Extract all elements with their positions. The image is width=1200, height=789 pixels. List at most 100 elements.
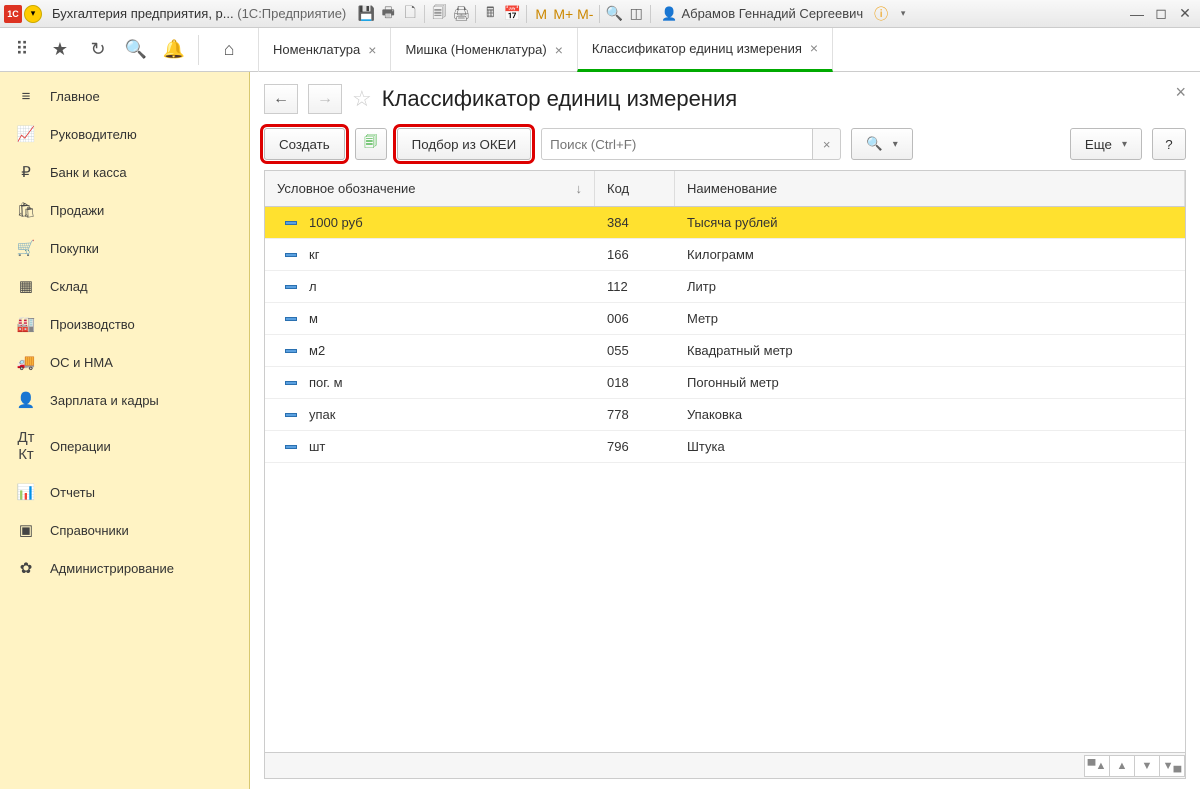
app-menu-dropdown[interactable]: ▾ — [24, 5, 42, 23]
page-title: Классификатор единиц измерения — [382, 86, 737, 112]
cell-symbol: упак — [309, 407, 335, 422]
search-field-wrap: × — [541, 128, 841, 160]
current-user[interactable]: 👤 Абрамов Геннадий Сергеевич — [655, 6, 869, 22]
sidebar-item-1[interactable]: 📈Руководителю — [0, 115, 249, 153]
panels-icon[interactable]: ◫ — [626, 4, 646, 24]
sidebar-item-7[interactable]: 🚚ОС и НМА — [0, 343, 249, 381]
search-dropdown-button[interactable]: 🔍▾ — [851, 128, 913, 160]
cell-code: 796 — [595, 431, 675, 462]
sidebar-icon: 🏭 — [16, 315, 36, 333]
sidebar-icon: 🚚 — [16, 353, 36, 371]
calculator-icon[interactable]: 🖩 — [480, 4, 500, 24]
history-icon[interactable]: ↻ — [84, 36, 112, 64]
pick-okei-button[interactable]: Подбор из ОКЕИ — [397, 128, 532, 160]
nav-forward-button[interactable]: → — [308, 84, 342, 114]
close-button[interactable]: ✕ — [1174, 4, 1196, 24]
sidebar-item-12[interactable]: ✿Администрирование — [0, 549, 249, 587]
close-icon[interactable]: × — [810, 40, 818, 56]
mem-m-button[interactable]: M — [531, 4, 551, 24]
zoom-icon[interactable]: 🔍 — [604, 4, 624, 24]
cell-code: 018 — [595, 367, 675, 398]
compare-icon[interactable]: 🗐 — [429, 4, 449, 24]
tab-mishka[interactable]: Мишка (Номенклатура) × — [390, 28, 577, 72]
maximize-button[interactable]: ◻ — [1150, 4, 1172, 24]
table-row[interactable]: кг166Килограмм — [265, 239, 1185, 271]
sidebar-item-2[interactable]: ₽Банк и касса — [0, 153, 249, 191]
print2-icon[interactable]: 🖨 — [451, 4, 471, 24]
table-row[interactable]: м2055Квадратный метр — [265, 335, 1185, 367]
sidebar-item-10[interactable]: 📊Отчеты — [0, 473, 249, 511]
sidebar-item-4[interactable]: 🛒Покупки — [0, 229, 249, 267]
sidebar-item-0[interactable]: ≡Главное — [0, 78, 249, 115]
cell-name: Погонный метр — [675, 367, 1185, 398]
search-icon[interactable]: 🔍 — [122, 36, 150, 64]
close-icon[interactable]: × — [368, 42, 376, 58]
cell-name: Килограмм — [675, 239, 1185, 270]
search-input[interactable] — [541, 128, 813, 160]
preview-icon[interactable]: 🗋 — [400, 4, 420, 24]
page-up-button[interactable]: ▲ — [1109, 755, 1135, 777]
print-icon[interactable]: 🖶 — [378, 4, 398, 24]
more-button[interactable]: Еще▾ — [1070, 128, 1142, 160]
create-button[interactable]: Создать — [264, 128, 345, 160]
cell-symbol: шт — [309, 439, 325, 454]
sidebar-item-label: Банк и касса — [50, 165, 127, 180]
row-icon — [285, 381, 297, 385]
favorite-star-icon[interactable]: ☆ — [352, 86, 372, 112]
sidebar-icon: 🛒 — [16, 239, 36, 257]
mem-mminus-button[interactable]: M- — [575, 4, 595, 24]
sidebar-icon: 👤 — [16, 391, 36, 409]
cell-symbol: кг — [309, 247, 319, 262]
tab-nomenclature[interactable]: Номенклатура × — [258, 28, 391, 72]
sidebar-item-11[interactable]: ▣Справочники — [0, 511, 249, 549]
table-row[interactable]: л112Литр — [265, 271, 1185, 303]
info-dropdown[interactable]: ▾ — [893, 4, 913, 24]
cell-name: Штука — [675, 431, 1185, 462]
sidebar-item-9[interactable]: Дт КтОперации — [0, 419, 249, 473]
sidebar-item-8[interactable]: 👤Зарплата и кадры — [0, 381, 249, 419]
col-symbol[interactable]: Условное обозначение ↓ — [265, 171, 595, 206]
tab-label: Классификатор единиц измерения — [592, 41, 802, 56]
cell-name: Метр — [675, 303, 1185, 334]
table-row[interactable]: шт 796Штука — [265, 431, 1185, 463]
copy-button[interactable]: 🗐 — [355, 128, 387, 160]
tab-label: Номенклатура — [273, 42, 360, 57]
sidebar-item-6[interactable]: 🏭Производство — [0, 305, 249, 343]
calendar-icon[interactable]: 📅 — [502, 4, 522, 24]
cell-code: 112 — [595, 271, 675, 302]
home-button[interactable]: ⌂ — [209, 39, 249, 60]
close-icon[interactable]: × — [555, 42, 563, 58]
nav-back-button[interactable]: ← — [264, 84, 298, 114]
page-last-button[interactable]: ▼▄ — [1159, 755, 1185, 777]
table-row[interactable]: пог. м018Погонный метр — [265, 367, 1185, 399]
favorites-icon[interactable]: ★ — [46, 36, 74, 64]
sidebar-item-label: Продажи — [50, 203, 104, 218]
col-name[interactable]: Наименование — [675, 171, 1185, 206]
page-close-button[interactable]: × — [1175, 82, 1186, 103]
cell-symbol: м2 — [309, 343, 325, 358]
info-icon[interactable]: ⓘ — [871, 4, 891, 24]
user-name-label: Абрамов Геннадий Сергеевич — [681, 6, 863, 21]
table-row[interactable]: упак778Упаковка — [265, 399, 1185, 431]
sidebar-item-5[interactable]: ▦Склад — [0, 267, 249, 305]
app-title: Бухгалтерия предприятия, р... (1С:Предпр… — [44, 6, 354, 21]
table-row[interactable]: м006Метр — [265, 303, 1185, 335]
col-code[interactable]: Код — [595, 171, 675, 206]
save-icon[interactable]: 💾 — [356, 4, 376, 24]
table-header: Условное обозначение ↓ Код Наименование — [265, 171, 1185, 207]
table-row[interactable]: 1000 руб384Тысяча рублей — [265, 207, 1185, 239]
sidebar-item-3[interactable]: 🛍Продажи — [0, 191, 249, 229]
sidebar-item-label: Главное — [50, 89, 100, 104]
help-button[interactable]: ? — [1152, 128, 1186, 160]
cell-name: Квадратный метр — [675, 335, 1185, 366]
sidebar-item-label: Администрирование — [50, 561, 174, 576]
minimize-button[interactable]: — — [1126, 4, 1148, 24]
units-table: Условное обозначение ↓ Код Наименование … — [264, 170, 1186, 779]
tab-classifier[interactable]: Классификатор единиц измерения × — [577, 28, 833, 72]
page-down-button[interactable]: ▼ — [1134, 755, 1160, 777]
mem-mplus-button[interactable]: M+ — [553, 4, 573, 24]
page-first-button[interactable]: ▀▲ — [1084, 755, 1110, 777]
apps-icon[interactable]: ⠿ — [8, 36, 36, 64]
bell-icon[interactable]: 🔔 — [160, 36, 188, 64]
search-clear-button[interactable]: × — [813, 128, 841, 160]
